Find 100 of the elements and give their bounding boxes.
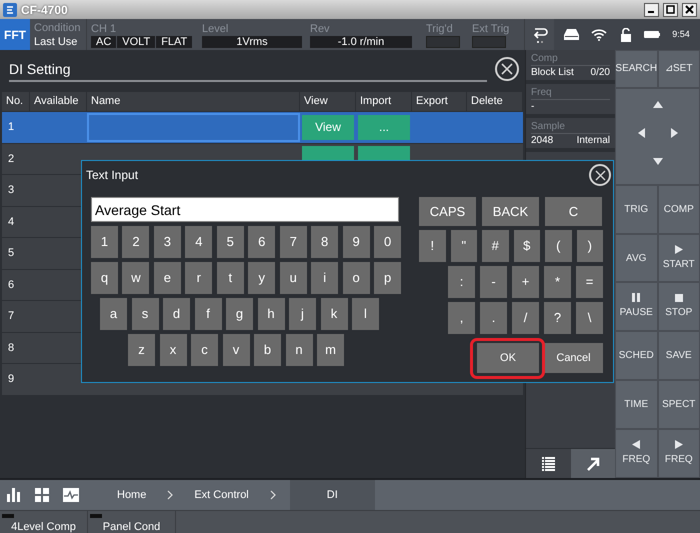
keyboard-key[interactable]: n: [286, 334, 312, 366]
function-key[interactable]: PAUSE: [615, 282, 658, 332]
keyboard-key[interactable]: \: [576, 302, 603, 334]
keyboard-key[interactable]: k: [320, 298, 348, 330]
return-arrow-icon[interactable]: [532, 26, 548, 44]
keyboard-key[interactable]: ,: [448, 302, 475, 334]
keyboard-key[interactable]: 9: [342, 226, 370, 258]
keyboard-key[interactable]: .: [480, 302, 507, 334]
keyboard-key[interactable]: w: [122, 262, 150, 294]
keyboard-key[interactable]: ": [450, 230, 477, 262]
diagonal-arrow-button[interactable]: [570, 449, 615, 478]
drive-icon: [564, 29, 580, 40]
keyboard-key[interactable]: =: [576, 266, 603, 298]
keyboard-key[interactable]: r: [185, 262, 212, 294]
breadcrumb-item[interactable]: Home: [110, 480, 154, 510]
row-number: 8: [7, 340, 16, 356]
keyboard-key[interactable]: *: [544, 266, 571, 298]
breadcrumb-item[interactable]: DI: [290, 480, 375, 510]
keyboard-key[interactable]: 8: [311, 226, 338, 258]
function-key[interactable]: TRIG: [615, 184, 658, 234]
keyboard-key[interactable]: 6: [248, 226, 276, 258]
keyboard-key[interactable]: l: [352, 298, 379, 330]
keyboard-key[interactable]: (: [545, 230, 572, 262]
keyboard-key[interactable]: -: [480, 266, 507, 298]
keyboard-key[interactable]: z: [128, 334, 155, 366]
keyboard-key[interactable]: t: [216, 262, 244, 294]
keyboard-key[interactable]: BACK: [482, 197, 539, 226]
keyboard-key[interactable]: q: [91, 262, 118, 294]
function-key[interactable]: SPECT: [658, 380, 700, 430]
keyboard-key[interactable]: g: [226, 298, 253, 330]
panel-title: DI Setting: [9, 60, 70, 79]
function-key[interactable]: TIME: [615, 380, 658, 430]
keyboard-key[interactable]: ?: [544, 302, 571, 334]
function-key[interactable]: STOP: [658, 282, 700, 332]
keyboard-key[interactable]: 1: [91, 226, 118, 258]
function-key[interactable]: ⊿SET: [658, 50, 700, 88]
keyboard-key[interactable]: 3: [154, 226, 181, 258]
chevron-icon: [167, 490, 174, 500]
keyboard-key[interactable]: #: [482, 230, 508, 262]
keyboard-key[interactable]: y: [248, 262, 276, 294]
wifi-icon: [591, 28, 608, 40]
keyboard-key[interactable]: 5: [216, 226, 244, 258]
keyboard-key[interactable]: u: [280, 262, 307, 294]
minimize-button[interactable]: [644, 2, 659, 16]
name-cell[interactable]: [87, 112, 300, 142]
keyboard-key[interactable]: !: [419, 230, 446, 262]
unlocked-padlock-icon: [620, 28, 632, 42]
function-key[interactable]: SEARCH: [615, 50, 658, 88]
keyboard-key[interactable]: s: [132, 298, 158, 330]
keyboard-key[interactable]: 4: [185, 226, 212, 258]
keyboard-key[interactable]: C: [545, 197, 602, 226]
function-key[interactable]: START: [658, 234, 700, 282]
grid-icon[interactable]: [35, 488, 50, 502]
keyboard-key[interactable]: v: [222, 334, 250, 366]
keyboard-key[interactable]: ): [576, 230, 603, 262]
view-button[interactable]: View: [302, 114, 354, 140]
keyboard-key[interactable]: p: [374, 262, 402, 294]
text-input-field[interactable]: Average Start: [91, 197, 399, 222]
keyboard-key[interactable]: :: [448, 266, 475, 298]
keyboard-key[interactable]: f: [194, 298, 222, 330]
keyboard-key[interactable]: x: [160, 334, 186, 366]
waveform-icon[interactable]: [63, 488, 79, 502]
keyboard-key[interactable]: m: [317, 334, 344, 366]
function-key[interactable]: SAVE: [658, 331, 700, 380]
bottom-tab[interactable]: 4Level Comp: [0, 511, 88, 533]
keyboard-key[interactable]: CAPS: [419, 197, 476, 226]
keyboard-key[interactable]: +: [512, 266, 539, 298]
table-row[interactable]: 1 View ...: [2, 111, 523, 142]
bar-chart-icon[interactable]: [7, 488, 22, 502]
keyboard-key[interactable]: d: [163, 298, 190, 330]
ok-button[interactable]: OK: [477, 343, 539, 373]
channel-label: CH 1: [91, 22, 118, 36]
function-key[interactable]: FREQ: [615, 429, 658, 478]
keyboard-key[interactable]: e: [154, 262, 181, 294]
keyboard-key[interactable]: 7: [280, 226, 307, 258]
keyboard-key[interactable]: a: [100, 298, 127, 330]
keyboard-key[interactable]: o: [342, 262, 370, 294]
keyboard-key[interactable]: h: [258, 298, 284, 330]
channel-setting: AC: [91, 36, 116, 48]
import-button[interactable]: ...: [358, 114, 410, 140]
keyboard-key[interactable]: i: [311, 262, 338, 294]
keyboard-key[interactable]: $: [514, 230, 540, 262]
maximize-button[interactable]: [663, 2, 678, 16]
function-key[interactable]: AVG: [615, 234, 658, 282]
keyboard-key[interactable]: /: [512, 302, 539, 334]
function-key[interactable]: COMP: [658, 184, 700, 234]
function-key[interactable]: SCHED: [615, 331, 658, 380]
row-number: 3: [7, 183, 16, 198]
function-key[interactable]: FREQ: [658, 429, 700, 478]
row-number: 5: [7, 246, 16, 261]
keyboard-key[interactable]: c: [191, 334, 218, 366]
keyboard-key[interactable]: 2: [122, 226, 150, 258]
close-button[interactable]: [682, 2, 697, 16]
keyboard-key[interactable]: b: [254, 334, 281, 366]
breadcrumb-item[interactable]: Ext Control: [187, 480, 256, 510]
bottom-tab[interactable]: Panel Cond: [88, 511, 176, 533]
info-extra: 0/20: [590, 66, 610, 79]
cancel-button[interactable]: Cancel: [544, 343, 603, 373]
keyboard-key[interactable]: 0: [374, 226, 402, 258]
keyboard-key[interactable]: j: [289, 298, 316, 330]
